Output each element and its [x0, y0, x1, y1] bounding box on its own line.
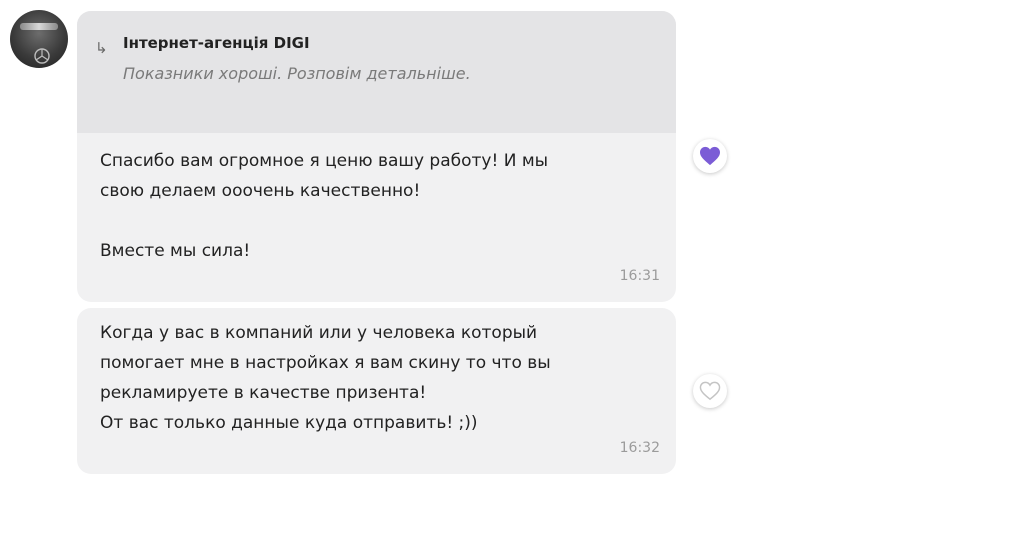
- car-emblem-icon: [34, 48, 50, 64]
- message-text: Спасибо вам огромное я ценю вашу работу!…: [100, 151, 549, 261]
- reply-arrow-icon: ↳: [95, 39, 108, 57]
- reaction-button[interactable]: [693, 139, 727, 173]
- message-time: 16:31: [619, 268, 660, 284]
- heart-filled-icon: [700, 146, 720, 166]
- reply-text: Показники хороші. Розповім детальніше.: [123, 64, 471, 83]
- heart-outline-icon: [699, 381, 721, 401]
- message-text: Когда у вас в компаний или у человека ко…: [100, 323, 551, 433]
- reply-author: Інтернет-агенція DIGI: [123, 34, 310, 52]
- message-bubble[interactable]: ↳ Інтернет-агенція DIGI Показники хороші…: [77, 11, 676, 302]
- message-bubble[interactable]: Когда у вас в компаний или у человека ко…: [77, 308, 676, 474]
- reply-quote[interactable]: ↳ Інтернет-агенція DIGI Показники хороші…: [77, 11, 676, 133]
- reaction-button[interactable]: [693, 374, 727, 408]
- avatar[interactable]: [10, 10, 68, 68]
- message-time: 16:32: [619, 440, 660, 456]
